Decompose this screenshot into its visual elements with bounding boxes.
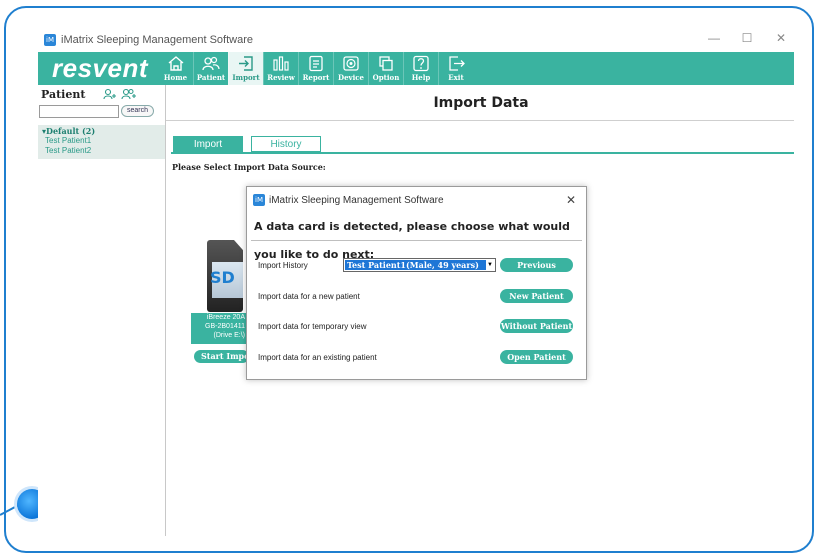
patient-list-item[interactable]: Test Patient2 [42,146,165,156]
tab-history[interactable]: History [251,136,321,152]
patient-search-bar: search [38,103,165,119]
toolbar-review-button[interactable]: Review [263,52,298,85]
toolbar-label: Exit [448,73,464,82]
minimize-button[interactable]: — [704,31,724,45]
app-logo-icon: iM [44,34,56,46]
previous-patient-button[interactable]: Previous Patient [500,258,573,284]
toolbar-exit-button[interactable]: Exit [438,52,473,85]
data-card-dialog: iM iMatrix Sleeping Management Software … [246,186,587,380]
toolbar-option-button[interactable]: Option [368,52,403,85]
review-icon [273,56,289,71]
import-history-row: Import History Test Patient1(Male, 49 ye… [258,257,578,284]
source-label: Please Select Import Data Source: [172,162,326,172]
sd-card-icon[interactable]: SD [207,240,243,312]
close-button[interactable]: ✕ [771,31,791,45]
toolbar-device-button[interactable]: Device [333,52,368,85]
import-icon [239,56,253,71]
add-group-icon[interactable] [121,88,137,100]
temporary-view-label: Import data for temporary view [258,321,367,331]
dialog-app-icon: iM [253,194,265,206]
toolbar-import-button[interactable]: Import [228,52,263,85]
dialog-title: iMatrix Sleeping Management Software [269,194,444,206]
patient-search-input[interactable] [39,104,119,118]
new-patient-label: Import data for a new patient [258,291,360,301]
exit-icon [449,56,465,71]
import-history-label: Import History [258,260,308,270]
patient-panel-header: Patient [38,85,165,103]
patient-history-selected: Test Patient1(Male, 49 years) [345,260,486,270]
search-button[interactable]: search [121,105,155,117]
toolbar-label: Home [163,73,188,82]
toolbar-home-button[interactable]: Home [158,52,193,85]
group-default[interactable]: ▾Default (2) [42,126,165,136]
sd-card-text: SD [210,268,235,287]
title-bar: iM iMatrix Sleeping Management Software … [38,28,794,52]
tab-underline [171,152,794,154]
start-import-button[interactable]: Start Import [194,350,249,363]
import-tabs: Import History [173,136,321,152]
report-icon [309,55,323,72]
dropdown-arrow-icon[interactable]: ▼ [485,259,495,271]
toolbar-label: Import [232,73,260,82]
new-patient-button[interactable]: New Patient [500,289,573,303]
patient-panel-title: Patient [41,87,86,101]
temporary-view-row: Import data for temporary view Without P… [258,318,578,334]
dialog-title-bar: iM iMatrix Sleeping Management Software [247,187,586,213]
main-toolbar: resvent Home Patient Import Review Repor… [38,52,794,85]
toolbar-help-button[interactable]: Help [403,52,438,85]
dialog-close-button[interactable]: ✕ [566,193,576,207]
dialog-message: A data card is detected, please choose w… [251,213,582,261]
patient-group: ▾Default (2) Test Patient1 Test Patient2 [38,125,165,159]
patient-icon [202,56,220,71]
help-icon [413,55,429,72]
toolbar-patient-button[interactable]: Patient [193,52,228,85]
new-patient-row: Import data for a new patient New Patien… [258,288,578,304]
existing-patient-label: Import data for an existing patient [258,352,377,362]
toolbar-label: Patient [196,73,226,82]
sd-card-model: iBreeze 20A [206,314,245,321]
sd-card-info: iBreeze 20A GB-2B01411 (Drive E:\) [191,313,247,344]
toolbar-label: Review [267,73,295,82]
toolbar-label: Help [411,73,431,82]
brand-logo: resvent [52,53,148,83]
patient-panel: Patient search ▾Default (2) Test Patient… [38,85,166,536]
toolbar-report-button[interactable]: Report [298,52,333,85]
patient-history-select[interactable]: Test Patient1(Male, 49 years) ▼ [343,258,496,272]
toolbar-label: Device [338,73,364,82]
existing-patient-row: Import data for an existing patient Open… [258,349,578,365]
sd-card-drive: (Drive E:\) [213,332,246,339]
tab-import[interactable]: Import [173,136,243,152]
window-title: iMatrix Sleeping Management Software [61,34,253,46]
device-icon [343,56,359,71]
page-title: Import Data [166,85,794,121]
toolbar-label: Report [302,73,330,82]
home-icon [168,56,183,71]
option-icon [379,56,393,71]
toolbar-label: Option [372,73,400,82]
open-patient-button[interactable]: Open Patient [500,350,573,364]
maximize-button[interactable]: ☐ [737,31,757,45]
patient-list-item[interactable]: Test Patient1 [42,136,165,146]
add-patient-icon[interactable] [103,88,117,100]
without-patient-button[interactable]: Without Patient [500,319,573,333]
sd-card-serial: GB-2B01411 [205,323,245,330]
group-label: Default (2) [46,126,96,136]
